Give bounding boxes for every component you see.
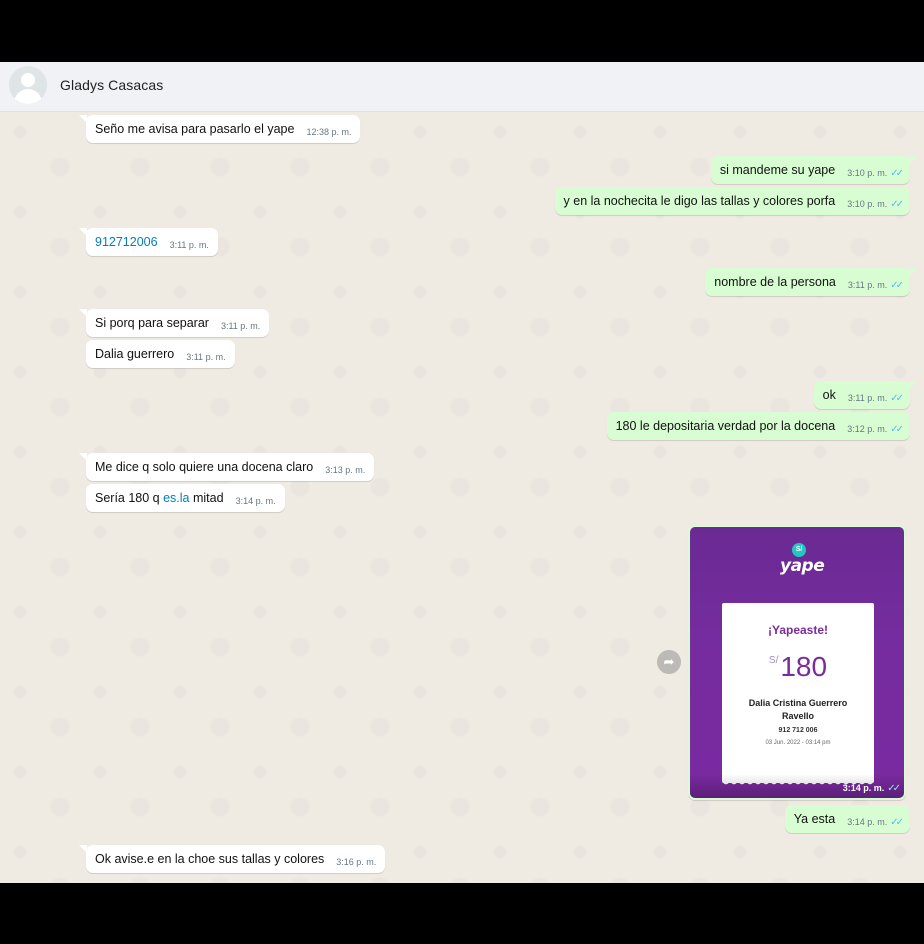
- message-incoming[interactable]: Dalia guerrero 3:11 p. m.: [86, 340, 235, 368]
- message-time: 3:10 p. m. ✓✓: [847, 168, 904, 179]
- message-text: Sería 180 q es.la mitad: [95, 491, 224, 505]
- receipt-title: ¡Yapeaste!: [767, 623, 829, 637]
- yape-receipt-image[interactable]: S/ yape ¡Yapeaste! S/180 Dalia Cristina …: [690, 527, 904, 798]
- read-ticks-icon: ✓✓: [890, 280, 904, 291]
- message-time: 3:14 p. m.: [235, 496, 276, 506]
- message-time: 3:11 p. m.: [220, 321, 261, 331]
- message-time: 12:38 p. m.: [306, 127, 352, 137]
- receipt-date: 03 Jun. 2022 - 03:14 pm: [765, 740, 831, 746]
- top-black-bar: [0, 0, 924, 62]
- phone-number-link[interactable]: 912712006: [95, 234, 158, 250]
- read-ticks-icon: ✓✓: [887, 783, 901, 794]
- read-ticks-icon: ✓✓: [890, 817, 904, 828]
- read-ticks-icon: ✓✓: [890, 424, 904, 435]
- chat-panel: Seño me avisa para pasarlo el yape 12:38 …: [0, 112, 924, 883]
- receipt-payee: Dalia Cristina Guerrero Ravello: [748, 698, 848, 721]
- message-time: 3:14 p. m. ✓✓: [842, 783, 901, 794]
- yape-logo-bubble: S/: [792, 543, 806, 557]
- message-text: Ya esta: [793, 812, 836, 826]
- yape-logo-text: yape: [780, 556, 825, 576]
- message-incoming[interactable]: 912712006 3:11 p. m.: [79, 228, 218, 256]
- message-time: 3:11 p. m. ✓✓: [847, 280, 904, 291]
- message-outgoing[interactable]: 180 le depositaria verdad por la docena 3…: [606, 412, 910, 440]
- message-text: 180 le depositaria verdad por la docena: [615, 419, 836, 433]
- message-text: Si porq para separar: [95, 316, 209, 330]
- message-time: 3:13 p. m.: [325, 465, 366, 475]
- message-outgoing[interactable]: nombre de la persona 3:11 p. m. ✓✓: [705, 268, 917, 296]
- message-text: nombre de la persona: [714, 275, 836, 289]
- message-text: si mandeme su yape: [719, 163, 836, 177]
- message-text: Ok avise.e en la choe sus tallas y color…: [95, 852, 325, 866]
- receipt-phone: 912 712 006: [778, 727, 818, 734]
- read-ticks-icon: ✓✓: [890, 168, 904, 179]
- message-incoming[interactable]: Ok avise.e en la choe sus tallas y color…: [78, 845, 386, 873]
- message-link[interactable]: es.la: [163, 491, 189, 505]
- message-time: 3:10 p. m. ✓✓: [847, 199, 904, 210]
- message-time: 3:12 p. m. ✓✓: [847, 424, 904, 435]
- message-incoming[interactable]: Seño me avisa para pasarlo el yape 12:38 …: [78, 115, 361, 143]
- bottom-black-bar: [0, 883, 924, 944]
- chat-header: Gladys Casacas: [0, 62, 924, 112]
- message-text: y en la nochecita le digo las tallas y c…: [563, 194, 836, 208]
- message-time: 3:16 p. m.: [336, 857, 377, 867]
- message-outgoing[interactable]: y en la nochecita le digo las tallas y c…: [554, 187, 910, 215]
- receipt-currency: S/: [768, 655, 779, 666]
- message-text: Dalia guerrero: [95, 347, 175, 361]
- message-text: Me dice q solo quiere una docena claro: [95, 460, 314, 474]
- message-incoming[interactable]: Si porq para separar 3:11 p. m.: [78, 309, 270, 337]
- message-outgoing[interactable]: ok 3:11 p. m. ✓✓: [813, 381, 918, 409]
- forward-icon[interactable]: ➦: [657, 650, 681, 674]
- receipt-card: ¡Yapeaste! S/180 Dalia Cristina Guerrero…: [722, 603, 874, 787]
- contact-name[interactable]: Gladys Casacas: [60, 77, 163, 93]
- message-text: ok: [822, 388, 836, 402]
- image-message[interactable]: S/ yape ¡Yapeaste! S/180 Dalia Cristina …: [688, 525, 906, 800]
- message-incoming[interactable]: Sería 180 q es.la mitad 3:14 p. m.: [86, 484, 285, 512]
- yape-logo: S/ yape: [778, 543, 825, 587]
- message-outgoing[interactable]: Ya esta 3:14 p. m. ✓✓: [784, 805, 910, 833]
- receipt-amount: S/180: [722, 651, 874, 683]
- read-ticks-icon: ✓✓: [890, 393, 904, 404]
- default-avatar-icon[interactable]: [9, 66, 47, 104]
- message-time: 3:11 p. m.: [186, 352, 226, 362]
- message-time: 3:11 p. m.: [169, 240, 209, 250]
- message-time: 3:14 p. m. ✓✓: [847, 817, 904, 828]
- message-time: 3:11 p. m. ✓✓: [847, 393, 904, 404]
- message-incoming[interactable]: Me dice q solo quiere una docena claro 3:…: [78, 453, 375, 481]
- read-ticks-icon: ✓✓: [890, 199, 904, 210]
- receipt-amount-value: 180: [780, 651, 828, 682]
- message-text: Seño me avisa para pasarlo el yape: [95, 122, 295, 136]
- message-outgoing[interactable]: si mandeme su yape 3:10 p. m. ✓✓: [710, 156, 918, 184]
